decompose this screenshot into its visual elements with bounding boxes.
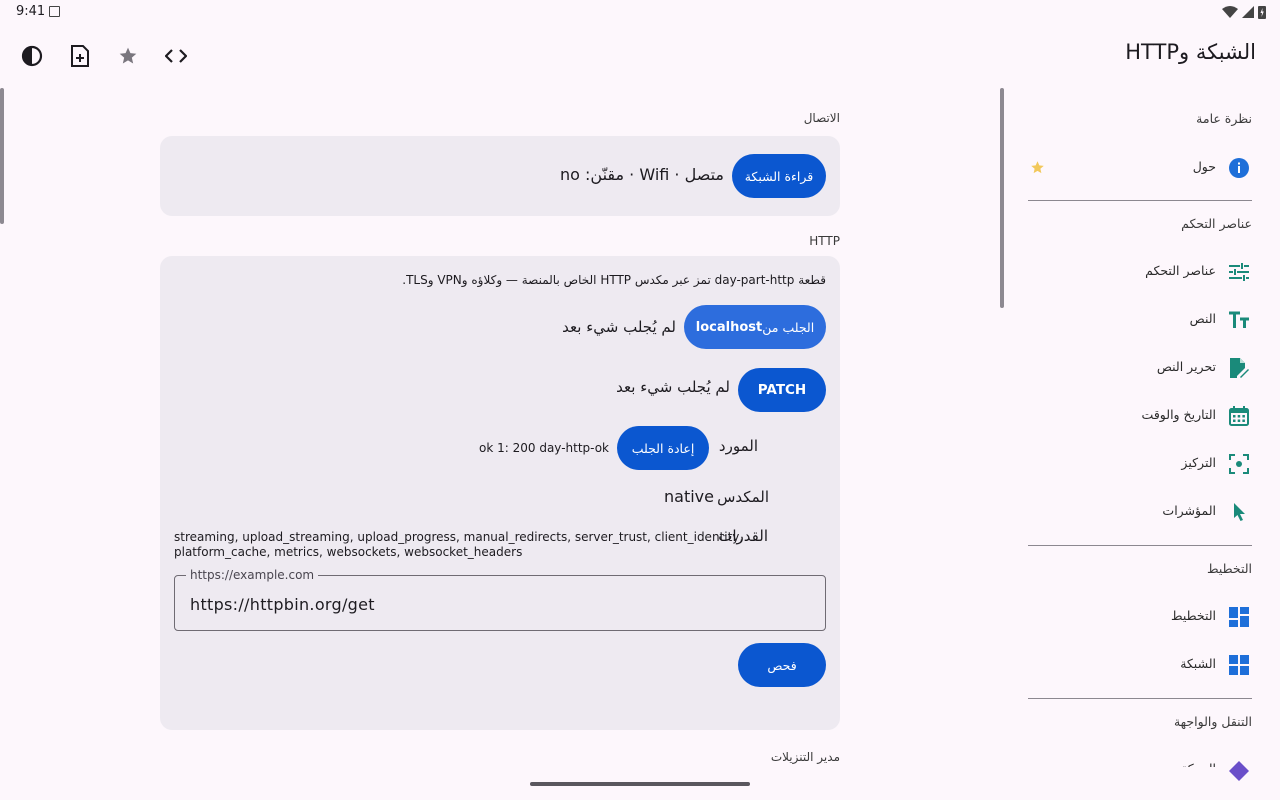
gesture-navigation-bar[interactable]: [530, 782, 750, 786]
new-document-icon[interactable]: [64, 40, 96, 72]
sidebar-scrollbar[interactable]: [1000, 88, 1004, 308]
edit-document-icon: [1228, 357, 1250, 379]
refetch-button[interactable]: إعادة الجلب: [617, 426, 709, 470]
fetch-localhost-result: لم يُجلب شيء بعد: [562, 318, 676, 336]
status-time: 9:41: [16, 4, 46, 19]
diamond-icon: [1228, 760, 1250, 782]
patch-result: لم يُجلب شيء بعد: [616, 378, 730, 396]
sidebar-item-grid[interactable]: الشبكة: [1028, 645, 1264, 685]
tune-icon: [1228, 261, 1250, 283]
nav-heading-layout: التخطيط: [1206, 561, 1252, 576]
code-icon[interactable]: [160, 40, 192, 72]
sidebar-item-edit-text[interactable]: تحرير النص: [1028, 348, 1264, 388]
connectivity-section-label: الاتصال: [803, 111, 840, 125]
nav-heading-controls: عناصر التحكم: [1181, 216, 1252, 231]
grid-icon: [1228, 654, 1250, 676]
contrast-icon[interactable]: [16, 40, 48, 72]
focus-icon: [1228, 453, 1250, 475]
info-icon: [1228, 157, 1250, 179]
sidebar-item-label: التخطيط: [1170, 608, 1216, 623]
sidebar-item-label: تحرير النص: [1156, 359, 1216, 374]
sim-card-icon: [49, 6, 60, 17]
sidebar-item-motion[interactable]: الحركة: [1028, 750, 1264, 790]
read-network-button[interactable]: قراءة الشبكة: [732, 154, 826, 198]
sidebar-item-label: المؤشرات: [1162, 503, 1216, 518]
sidebar-item-controls[interactable]: عناصر التحكم: [1028, 252, 1264, 292]
cellular-signal-icon: [1242, 6, 1254, 18]
pointer-icon: [1228, 501, 1250, 523]
capabilities-line-2: platform_cache, metrics, websockets, web…: [174, 545, 523, 559]
connectivity-status: متصل · Wifi · مقنّن: no: [560, 165, 724, 184]
capabilities-line-1: streaming, upload_streaming, upload_prog…: [174, 530, 744, 544]
nav-divider: [1028, 200, 1252, 201]
page-title: الشبكة وHTTP: [1125, 40, 1256, 64]
battery-icon: [1258, 6, 1266, 19]
sidebar-item-label: عناصر التحكم: [1145, 263, 1216, 278]
sidebar-item-date-time[interactable]: التاريخ والوقت: [1028, 396, 1264, 436]
stack-value: native: [664, 487, 714, 506]
http-description: قطعة day-part-http تمز عبر مكدس HTTP الخ…: [402, 273, 826, 287]
stack-label: المكدس: [717, 488, 769, 506]
downloads-section-label: مدير التنزيلات: [770, 750, 840, 764]
patch-button[interactable]: PATCH: [738, 368, 826, 412]
http-section-label: HTTP: [809, 234, 840, 248]
resource-value: ok 1: 200 day-http-ok: [479, 441, 609, 455]
check-button[interactable]: فحص: [738, 643, 826, 687]
nav-heading-overview: نظرة عامة: [1196, 111, 1252, 126]
sidebar-item-focus[interactable]: التركيز: [1028, 444, 1264, 484]
url-input-label: https://example.com: [186, 568, 319, 582]
wifi-icon: [1222, 6, 1238, 18]
sidebar-item-about[interactable]: حول: [1028, 148, 1264, 188]
status-indicators: [1222, 4, 1266, 20]
sidebar-item-label: التركيز: [1181, 455, 1216, 470]
sidebar-item-text[interactable]: النص: [1028, 300, 1264, 340]
nav-divider: [1028, 545, 1252, 546]
sidebar-item-label: الحركة: [1181, 761, 1216, 776]
nav-divider: [1028, 698, 1252, 699]
url-input-value[interactable]: https://httpbin.org/get: [190, 595, 375, 614]
sidebar-item-label: الشبكة: [1180, 656, 1216, 671]
sidebar-item-layout[interactable]: التخطيط: [1028, 597, 1264, 637]
dashboard-icon: [1228, 606, 1250, 628]
resource-label: المورد: [718, 437, 758, 455]
fetch-localhost-label-bold: localhost: [695, 319, 763, 335]
favorite-star-icon: [1030, 160, 1045, 179]
fetch-localhost-label-prefix: الجلب من: [762, 319, 815, 335]
text-fields-icon: [1228, 309, 1250, 331]
star-icon[interactable]: [112, 40, 144, 72]
sidebar-item-label: حول: [1192, 159, 1216, 174]
sidebar-item-label: النص: [1189, 311, 1216, 326]
sidebar-item-label: التاريخ والوقت: [1141, 407, 1216, 422]
sidebar-item-pointers[interactable]: المؤشرات: [1028, 492, 1264, 532]
status-bar: 9:41: [0, 0, 1280, 24]
content-scrollbar[interactable]: [0, 88, 4, 224]
url-input[interactable]: https://example.com https://httpbin.org/…: [174, 568, 826, 631]
calendar-icon: [1228, 405, 1250, 427]
nav-heading-navigation: التنقل والواجهة: [1173, 714, 1252, 729]
fetch-localhost-button[interactable]: الجلب من localhost: [684, 305, 826, 349]
capabilities-value: streaming, upload_streaming, upload_prog…: [174, 530, 743, 560]
